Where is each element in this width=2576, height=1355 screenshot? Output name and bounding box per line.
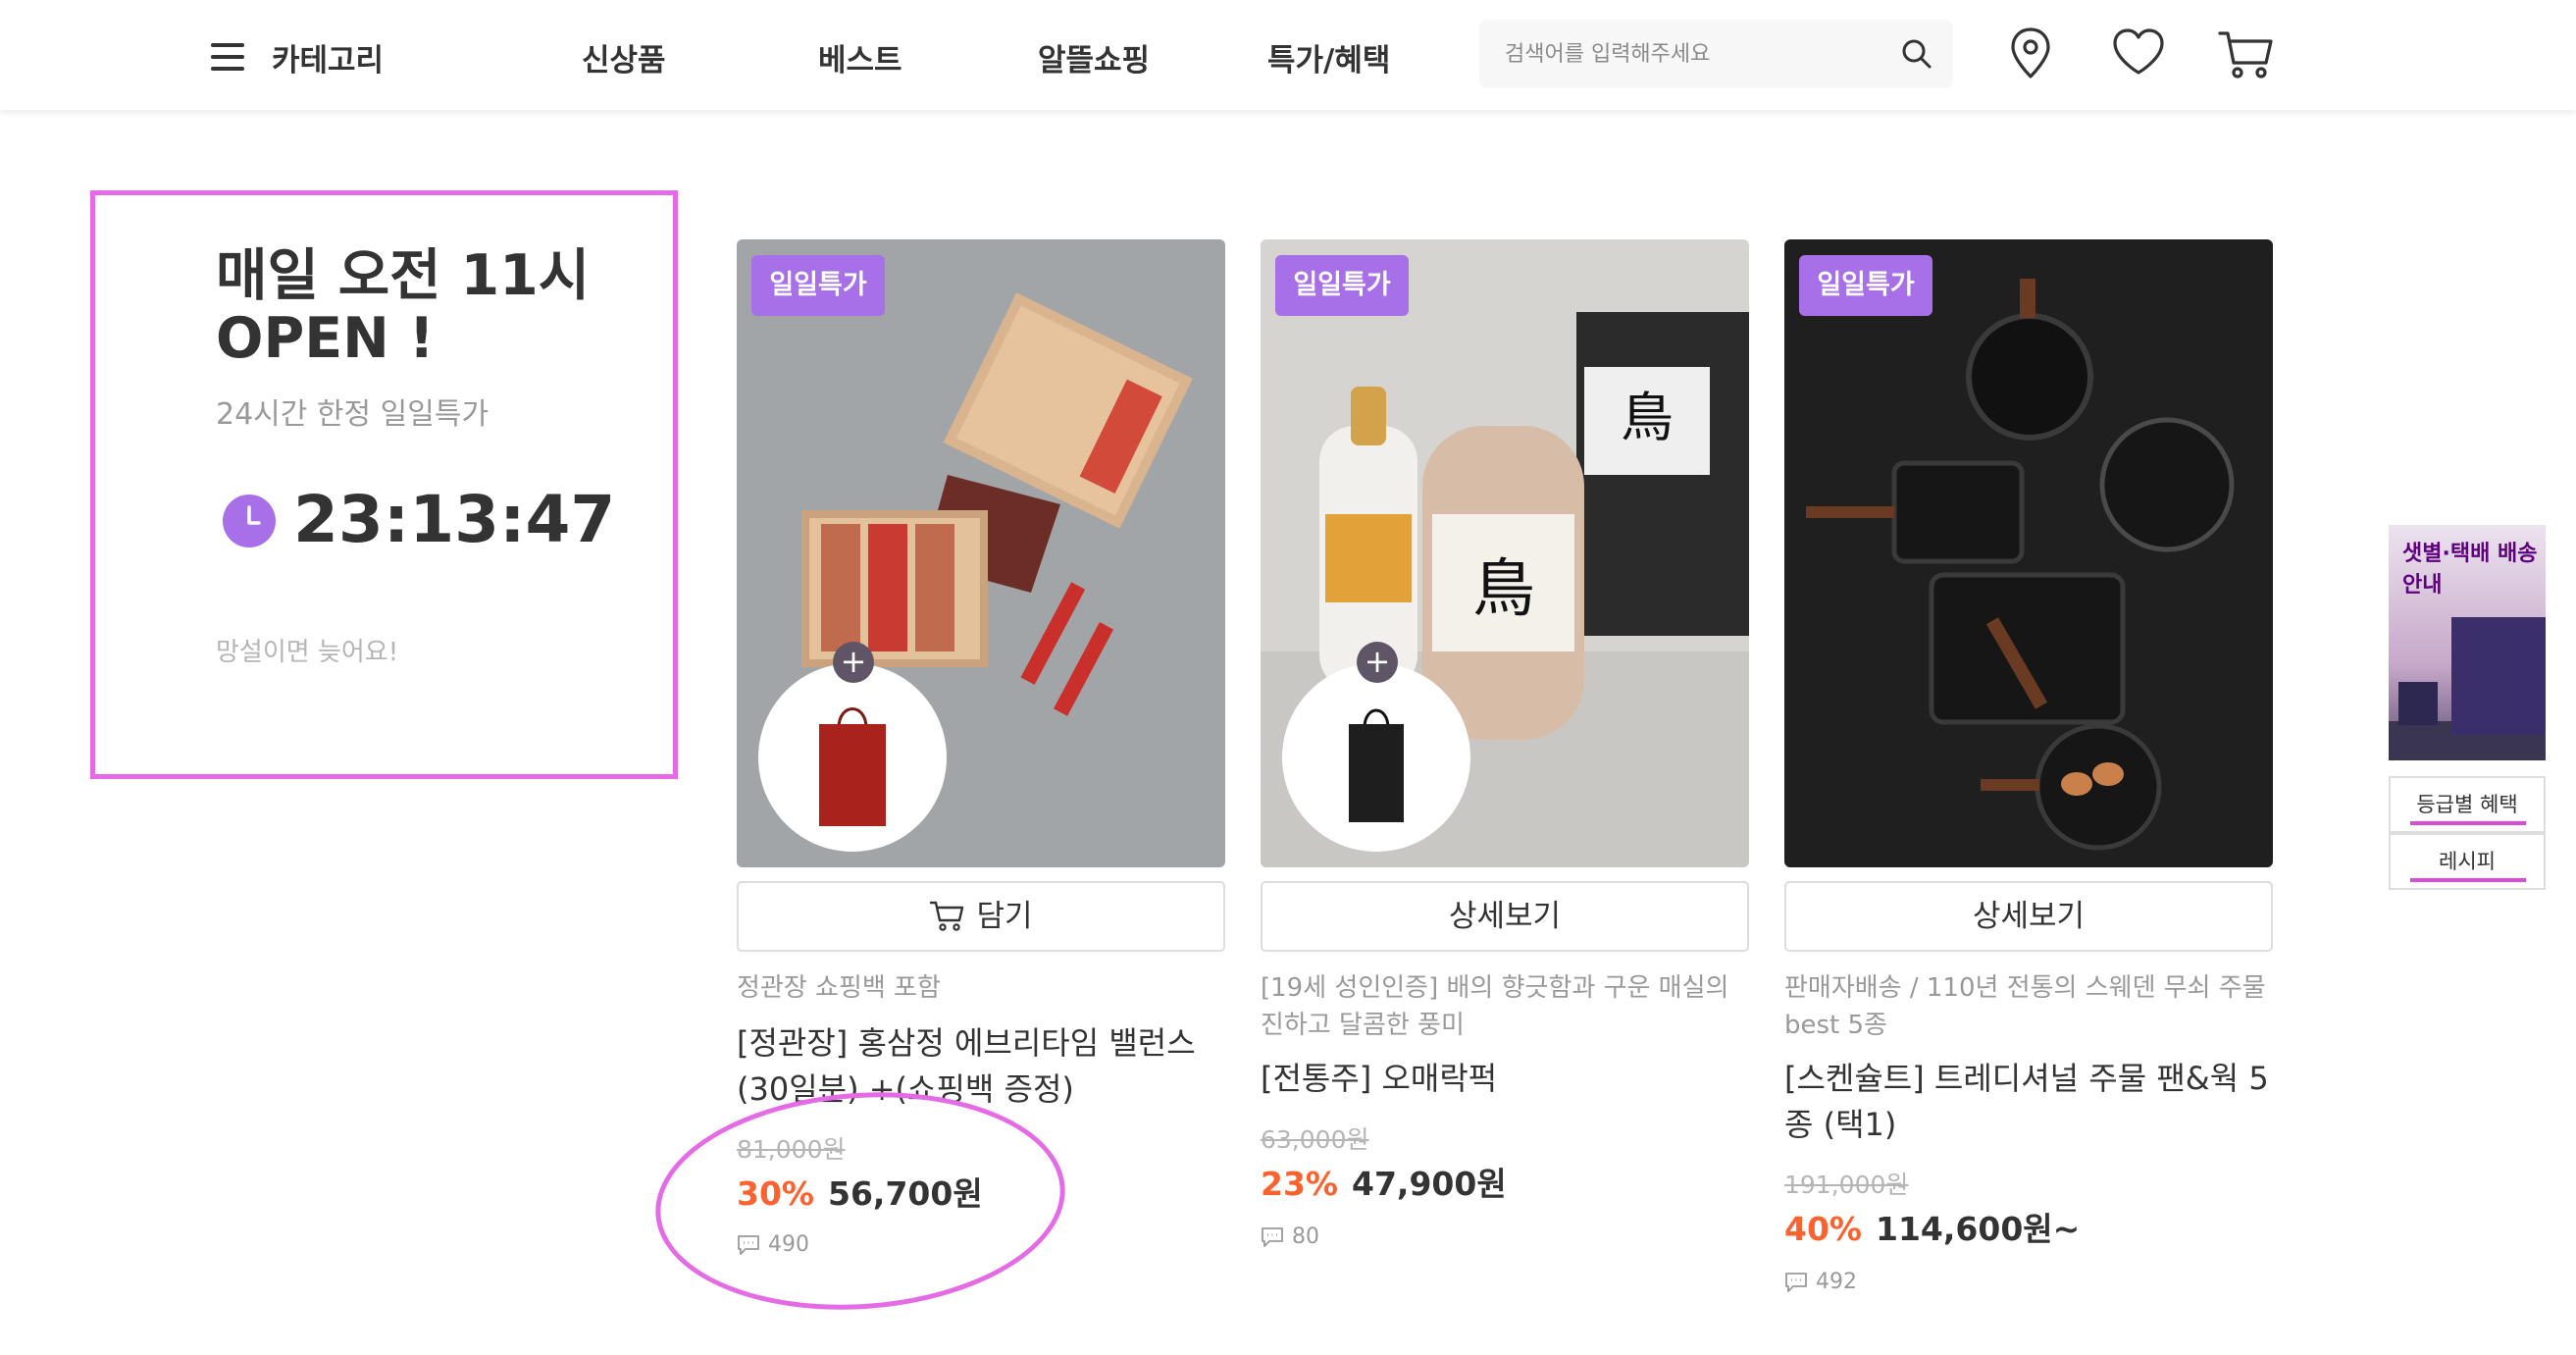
price-value: 114,600원~ [1876, 1210, 2081, 1248]
daily-deal-badge: 일일특가 [1275, 255, 1409, 316]
view-details-button[interactable]: 상세보기 [1784, 881, 2273, 952]
promo-subtitle: 24시간 한정 일일특가 [216, 397, 489, 432]
underline-mark [2410, 878, 2526, 882]
cart-icon[interactable] [2215, 22, 2278, 84]
cart-icon [930, 901, 964, 931]
clock-icon [223, 495, 276, 547]
product-description: [19세 성인인증] 배의 향긋함과 구운 매실의 진하고 달콤한 풍미 [1261, 973, 1729, 1040]
price-value: 47,900원 [1352, 1165, 1507, 1203]
membership-benefits-label: 등급별 혜택 [2416, 793, 2518, 816]
daily-deal-badge: 일일특가 [1799, 255, 1932, 316]
promo-note: 망설이면 늦어요! [216, 638, 399, 667]
highlight-annotation [647, 1078, 1073, 1324]
comment-icon [1262, 1227, 1283, 1247]
plus-icon[interactable]: + [833, 642, 874, 683]
membership-benefits-link[interactable]: 등급별 혜택 [2389, 776, 2546, 833]
review-count: 80 [1261, 1225, 1319, 1249]
shopping-bag-icon [1349, 708, 1404, 822]
svg-text:鳥: 鳥 [1621, 387, 1674, 448]
location-pin-icon[interactable] [1999, 22, 2062, 84]
product-image[interactable]: 일일특가 [1784, 239, 2273, 867]
shopping-bag-icon [819, 707, 886, 826]
plus-icon[interactable]: + [1357, 642, 1398, 683]
add-to-cart-label: 담기 [976, 899, 1033, 934]
search-input[interactable] [1505, 33, 1878, 75]
recipe-link[interactable]: 레시피 [2389, 833, 2546, 890]
add-to-cart-button[interactable]: 담기 [737, 881, 1225, 952]
header: 카테고리 신상품 베스트 알뜰쇼핑 특가/혜택 [0, 0, 2576, 110]
side-quick-menu: 샛별·택배 배송 안내 등급별 혜택 레시피 [2389, 525, 2546, 892]
product-name[interactable]: [스켄슐트] 트레디셔널 주물 팬&웍 5종 (택1) [1784, 1056, 2273, 1148]
recipe-label: 레시피 [2439, 850, 2496, 873]
review-count: 492 [1784, 1270, 1857, 1294]
category-menu[interactable]: 카테고리 [272, 35, 384, 79]
daily-deal-promo: 매일 오전 11시 OPEN ! 24시간 한정 일일특가 23:13:47 망… [90, 190, 678, 779]
heart-icon[interactable] [2107, 22, 2170, 84]
search-bar [1479, 20, 1953, 88]
gift-bag-circle [758, 663, 947, 852]
product-name[interactable]: [전통주] 오매락퍽 [1261, 1056, 1749, 1102]
delivery-info-banner[interactable]: 샛별·택배 배송 안내 [2389, 525, 2546, 760]
nav-bargain[interactable]: 알뜰쇼핑 [1038, 35, 1150, 79]
view-details-button[interactable]: 상세보기 [1261, 881, 1749, 952]
menu-icon[interactable] [211, 43, 244, 71]
comment-icon [1785, 1273, 1807, 1292]
underline-mark [2410, 821, 2526, 825]
product-photo-cast-iron [1784, 239, 2273, 867]
discount-rate: 40% [1784, 1210, 1862, 1248]
countdown-timer: 23:13:47 [293, 482, 616, 557]
nav-best[interactable]: 베스트 [818, 35, 902, 79]
product-image[interactable]: 鳥 鳥 일일특가 + [1261, 239, 1749, 867]
product-description: 정관장 쇼핑백 포함 [737, 973, 941, 1003]
review-count-value: 80 [1292, 1225, 1319, 1249]
nav-special-offers[interactable]: 특가/혜택 [1267, 35, 1390, 79]
sale-price: 40% 114,600원~ [1784, 1203, 2080, 1250]
review-count-value: 492 [1816, 1270, 1857, 1294]
delivery-banner-text: 샛별·택배 배송 안내 [2402, 542, 2538, 598]
sale-price: 23% 47,900원 [1261, 1158, 1507, 1205]
nav-new-products[interactable]: 신상품 [582, 35, 666, 79]
promo-title: 매일 오전 11시 OPEN ! [216, 243, 591, 371]
search-icon[interactable] [1899, 36, 1934, 72]
gift-bag-circle [1282, 663, 1470, 852]
svg-text:鳥: 鳥 [1472, 553, 1535, 626]
product-description: 판매자배송 / 110년 전통의 스웨덴 무쇠 주물 best 5종 [1784, 973, 2266, 1040]
daily-deal-badge: 일일특가 [751, 255, 885, 316]
product-image[interactable]: 일일특가 + [737, 239, 1225, 867]
original-price: 191,000원 [1784, 1171, 1909, 1199]
discount-rate: 23% [1261, 1165, 1338, 1203]
original-price: 63,000원 [1261, 1125, 1369, 1154]
